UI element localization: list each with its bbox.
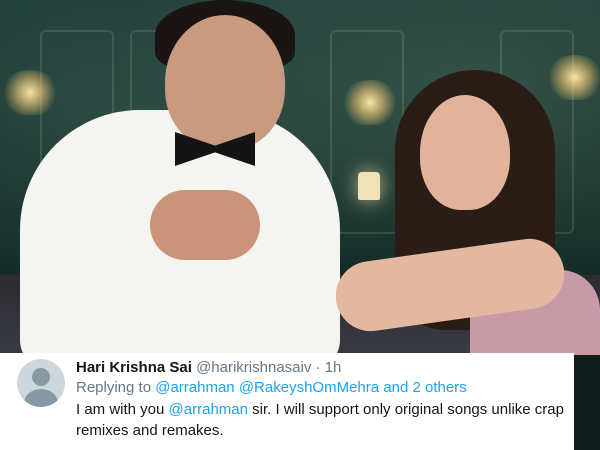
reply-others-link[interactable]: and 2 others: [383, 379, 466, 396]
default-avatar-icon[interactable]: [17, 359, 65, 407]
avatar-shoulders: [24, 389, 58, 407]
screenshot-frame: Hari Krishna Sai @harikrishnasaiv · 1h R…: [0, 0, 600, 450]
reply-mention-arrahman[interactable]: @arrahman: [155, 379, 234, 396]
chandelier: [340, 80, 400, 125]
tweet-card: Hari Krishna Sai @harikrishnasaiv · 1h R…: [0, 353, 574, 450]
reply-mention-rakeyshommehra[interactable]: @RakeyshOmMehra: [239, 379, 379, 396]
man-face: [165, 15, 285, 150]
replying-to-label: Replying to: [76, 379, 152, 396]
chandelier: [545, 55, 600, 100]
avatar-head: [32, 368, 50, 386]
timestamp[interactable]: 1h: [325, 359, 342, 376]
woman-face: [420, 95, 510, 210]
display-name[interactable]: Hari Krishna Sai: [76, 359, 192, 376]
tweet-header: Hari Krishna Sai @harikrishnasaiv · 1h: [76, 358, 341, 378]
tweet-text-start: I am with you: [76, 401, 165, 418]
wall-panel: [330, 30, 404, 234]
chandelier: [0, 70, 60, 115]
user-handle[interactable]: @harikrishnasaiv: [196, 359, 311, 376]
tweet-text: I am with you @arrahman sir. I will supp…: [76, 399, 566, 441]
separator-dot: ·: [315, 359, 321, 376]
movie-still-photo: [0, 0, 600, 355]
table-lamp: [358, 172, 380, 200]
body-mention-arrahman[interactable]: @arrahman: [169, 401, 248, 418]
replying-to-line: Replying to @arrahman @RakeyshOmMehra an…: [76, 378, 467, 398]
man-hands: [150, 190, 260, 260]
